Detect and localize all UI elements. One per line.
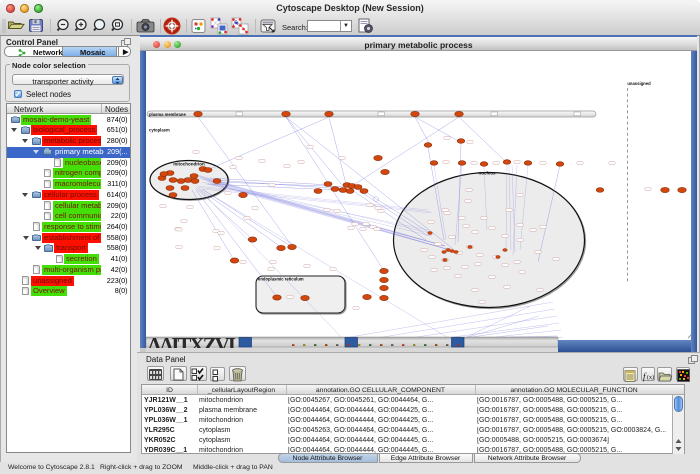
svg-text:nucleus: nucleus	[478, 171, 496, 176]
svg-text:plasma membrane: plasma membrane	[149, 112, 186, 117]
svg-text:mitochondrion: mitochondrion	[173, 162, 205, 167]
svg-text:(x): (x)	[647, 374, 654, 381]
svg-text:unassigned: unassigned	[627, 81, 651, 86]
svg-text:cytoplasm: cytoplasm	[149, 128, 170, 133]
